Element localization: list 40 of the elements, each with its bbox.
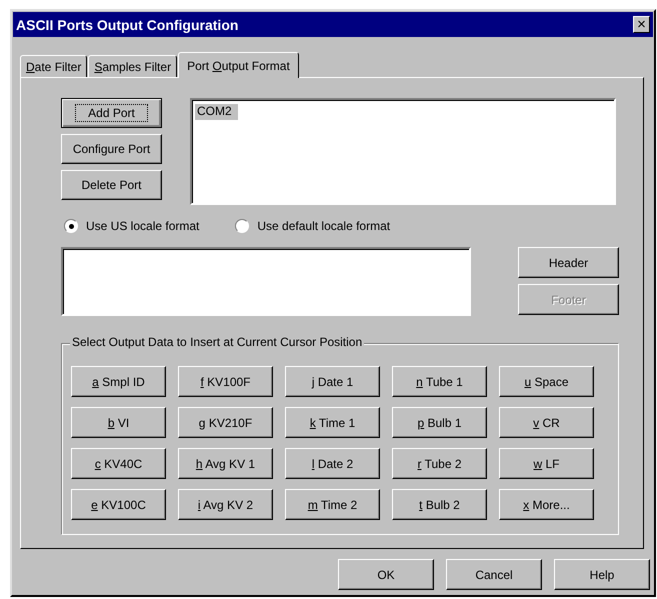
insert-field-button[interactable]: u Space <box>499 366 594 397</box>
insert-field-button[interactable]: n Tube 1 <box>392 366 487 397</box>
port-list-item[interactable]: COM2 <box>195 104 238 120</box>
insert-field-button[interactable]: x More... <box>499 489 594 520</box>
group-title: Select Output Data to Insert at Current Cursor Position <box>70 335 364 349</box>
format-button[interactable]: Header <box>518 247 619 278</box>
insert-field-button[interactable]: i Avg KV 2 <box>178 489 273 520</box>
dialog-button[interactable]: Help <box>554 559 650 590</box>
port-button[interactable]: Configure Port <box>61 134 162 164</box>
insert-field-button[interactable]: w LF <box>499 448 594 479</box>
radio-label: Use US locale format <box>86 219 200 233</box>
radio-label: Use default locale format <box>257 219 390 233</box>
insert-field-button[interactable]: g KV210F <box>178 407 273 438</box>
insert-field-button[interactable]: e KV100C <box>71 489 166 520</box>
insert-field-button[interactable]: l Date 2 <box>285 448 380 479</box>
dialog-button[interactable]: OK <box>338 559 434 590</box>
close-button[interactable]: × <box>633 16 650 33</box>
insert-field-button[interactable]: r Tube 2 <box>392 448 487 479</box>
insert-field-button[interactable]: p Bulb 1 <box>392 407 487 438</box>
insert-field-button[interactable]: b VI <box>71 407 166 438</box>
insert-field-button[interactable]: c KV40C <box>71 448 166 479</box>
port-list[interactable]: COM2 <box>190 98 616 205</box>
insert-field-button[interactable]: j Date 1 <box>285 366 380 397</box>
insert-field-button[interactable]: t Bulb 2 <box>392 489 487 520</box>
insert-field-button[interactable]: m Time 2 <box>285 489 380 520</box>
tab[interactable]: Samples Filter <box>88 55 178 77</box>
radio-button[interactable] <box>64 219 78 233</box>
tab[interactable]: Port Output Format <box>178 52 299 78</box>
tab[interactable]: Date Filter <box>20 55 88 77</box>
insert-field-button[interactable]: k Time 1 <box>285 407 380 438</box>
port-button[interactable]: Delete Port <box>61 170 162 200</box>
window-title: ASCII Ports Output Configuration <box>16 16 238 32</box>
radio-button[interactable] <box>235 219 250 233</box>
port-button[interactable]: Add Port <box>61 98 162 128</box>
insert-field-button[interactable]: f KV100F <box>178 366 273 397</box>
insert-field-button[interactable]: h Avg KV 1 <box>178 448 273 479</box>
format-text-area[interactable] <box>61 247 471 316</box>
insert-field-button[interactable]: v CR <box>499 407 594 438</box>
insert-field-button[interactable]: a Smpl ID <box>71 366 166 397</box>
dialog-button[interactable]: Cancel <box>446 559 542 590</box>
